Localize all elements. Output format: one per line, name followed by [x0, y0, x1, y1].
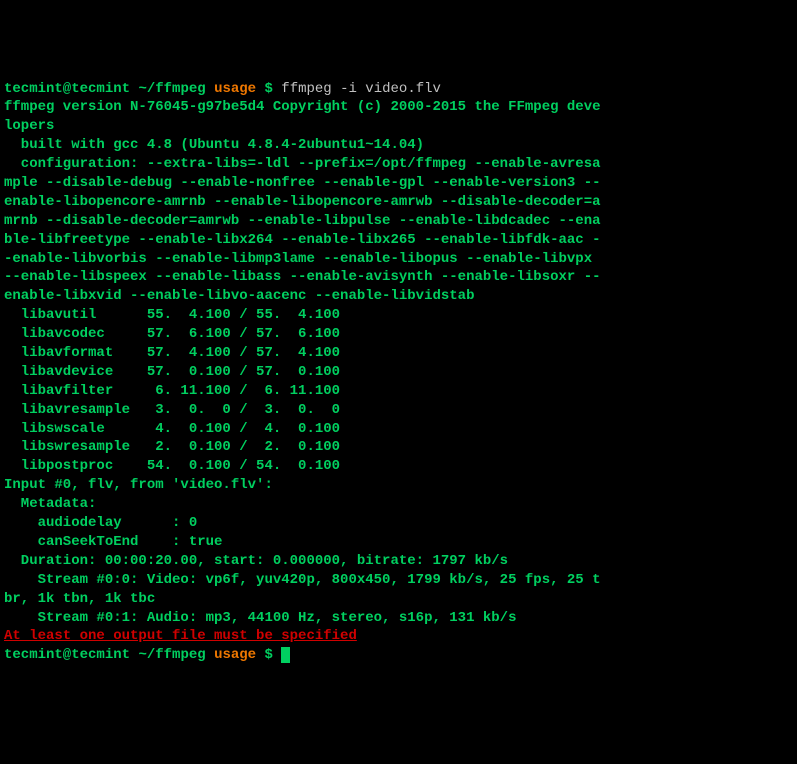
prompt-user: tecmint@tecmint	[4, 647, 130, 663]
prompt-path: ~/ffmpeg	[138, 647, 205, 663]
output-line: ble-libfreetype --enable-libx264 --enabl…	[4, 232, 601, 248]
output-line: lopers	[4, 118, 54, 134]
output-line: configuration: --extra-libs=-ldl --prefi…	[4, 156, 601, 172]
output-line: built with gcc 4.8 (Ubuntu 4.8.4-2ubuntu…	[4, 137, 424, 153]
cursor	[281, 647, 290, 663]
output-line: libavutil 55. 4.100 / 55. 4.100	[4, 307, 340, 323]
output-line: enable-libopencore-amrnb --enable-libope…	[4, 194, 601, 210]
output-line: br, 1k tbn, 1k tbc	[4, 591, 155, 607]
output-line: libavresample 3. 0. 0 / 3. 0. 0	[4, 402, 340, 418]
output-line: libpostproc 54. 0.100 / 54. 0.100	[4, 458, 340, 474]
prompt-segment: usage	[214, 647, 256, 663]
output-line: Input #0, flv, from 'video.flv':	[4, 477, 273, 493]
prompt-symbol: $	[264, 81, 272, 97]
output-line: mrnb --disable-decoder=amrwb --enable-li…	[4, 213, 601, 229]
prompt-segment: usage	[214, 81, 256, 97]
prompt-symbol: $	[264, 647, 272, 663]
output-line: Duration: 00:00:20.00, start: 0.000000, …	[4, 553, 508, 569]
output-line: libswresample 2. 0.100 / 2. 0.100	[4, 439, 340, 455]
output-line: libswscale 4. 0.100 / 4. 0.100	[4, 421, 340, 437]
prompt-user: tecmint@tecmint	[4, 81, 130, 97]
output-line: libavdevice 57. 0.100 / 57. 0.100	[4, 364, 340, 380]
output-line: mple --disable-debug --enable-nonfree --…	[4, 175, 601, 191]
error-line: At least one output file must be specifi…	[4, 628, 357, 644]
output-line: --enable-libspeex --enable-libass --enab…	[4, 269, 601, 285]
prompt-path: ~/ffmpeg	[138, 81, 205, 97]
output-line: libavformat 57. 4.100 / 57. 4.100	[4, 345, 340, 361]
output-line: Metadata:	[4, 496, 96, 512]
output-line: Stream #0:0: Video: vp6f, yuv420p, 800x4…	[4, 572, 601, 588]
output-line: libavcodec 57. 6.100 / 57. 6.100	[4, 326, 340, 342]
output-line: audiodelay : 0	[4, 515, 197, 531]
output-line: -enable-libvorbis --enable-libmp3lame --…	[4, 251, 601, 267]
output-line: enable-libxvid --enable-libvo-aacenc --e…	[4, 288, 474, 304]
output-line: Stream #0:1: Audio: mp3, 44100 Hz, stere…	[4, 610, 516, 626]
command-text: ffmpeg -i video.flv	[281, 81, 441, 97]
terminal[interactable]: tecmint@tecmint ~/ffmpeg usage $ ffmpeg …	[4, 80, 793, 666]
output-line: canSeekToEnd : true	[4, 534, 222, 550]
output-line: libavfilter 6. 11.100 / 6. 11.100	[4, 383, 340, 399]
output-line: ffmpeg version N-76045-g97be5d4 Copyrigh…	[4, 99, 601, 115]
